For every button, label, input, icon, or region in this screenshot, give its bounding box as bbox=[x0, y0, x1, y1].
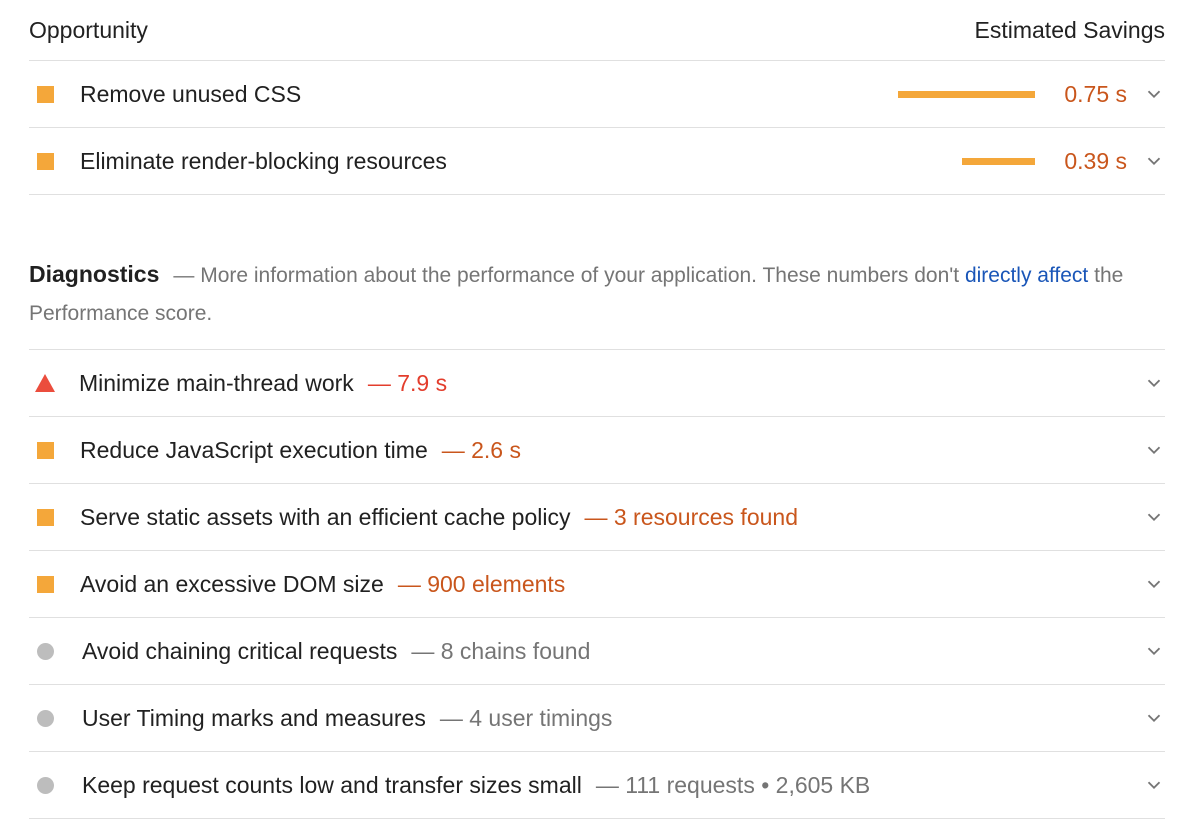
info-circle-icon bbox=[37, 776, 54, 794]
audit-detail: — 111 requests • 2,605 KB bbox=[595, 771, 871, 798]
fail-triangle-icon bbox=[35, 374, 55, 392]
savings-bar bbox=[898, 90, 1035, 98]
chevron-down-icon[interactable] bbox=[1143, 439, 1165, 461]
info-circle-icon bbox=[37, 709, 54, 727]
chevron-down-icon[interactable] bbox=[1143, 573, 1165, 595]
savings-bar bbox=[898, 157, 1035, 165]
savings-value: 0.39 s bbox=[1064, 147, 1127, 174]
chevron-down-icon[interactable] bbox=[1143, 83, 1165, 105]
opportunity-item-unused-css[interactable]: Remove unused CSS 0.75 s bbox=[29, 61, 1165, 128]
audit-detail: — 3 resources found bbox=[584, 503, 798, 530]
audit-detail: — 8 chains found bbox=[411, 637, 591, 664]
savings-value: 0.75 s bbox=[1064, 80, 1127, 107]
savings: 0.75 s bbox=[898, 61, 1127, 127]
average-square-icon bbox=[37, 508, 54, 526]
average-square-icon bbox=[37, 441, 54, 459]
diagnostic-item[interactable]: Avoid an excessive DOM size — 900 elemen… bbox=[29, 551, 1165, 618]
chevron-down-icon[interactable] bbox=[1143, 640, 1165, 662]
chevron-down-icon[interactable] bbox=[1143, 150, 1165, 172]
audit-detail: — 900 elements bbox=[397, 570, 566, 597]
audit-title: Keep request counts low and transfer siz… bbox=[82, 771, 582, 798]
audit-title: Eliminate render-blocking resources bbox=[80, 147, 447, 174]
average-square-icon bbox=[37, 152, 54, 170]
chevron-down-icon[interactable] bbox=[1143, 774, 1165, 796]
diagnostics-title: Diagnostics bbox=[29, 261, 160, 287]
audit-panel: Opportunity Estimated Savings Remove unu… bbox=[29, 0, 1165, 819]
average-square-icon bbox=[37, 575, 54, 593]
audit-detail: — 7.9 s bbox=[367, 369, 448, 396]
audit-title: Reduce JavaScript execution time bbox=[80, 436, 428, 463]
average-square-icon bbox=[37, 85, 54, 103]
audit-title: Serve static assets with an efficient ca… bbox=[80, 503, 571, 530]
chevron-down-icon[interactable] bbox=[1143, 372, 1165, 394]
info-circle-icon bbox=[37, 642, 54, 660]
audit-title: User Timing marks and measures bbox=[82, 704, 426, 731]
diagnostics-description: — More information about the performance… bbox=[173, 264, 960, 287]
directly-affect-link[interactable]: directly affect bbox=[965, 264, 1088, 287]
audit-title: Remove unused CSS bbox=[80, 80, 302, 107]
diagnostic-item[interactable]: Minimize main-thread work — 7.9 s bbox=[29, 350, 1165, 417]
diagnostic-item[interactable]: Reduce JavaScript execution time — 2.6 s bbox=[29, 417, 1165, 484]
audit-title: Minimize main-thread work bbox=[79, 369, 354, 396]
opportunity-label: Opportunity bbox=[29, 16, 148, 43]
diagnostic-item[interactable]: Avoid chaining critical requests — 8 cha… bbox=[29, 618, 1165, 685]
diagnostic-item[interactable]: User Timing marks and measures — 4 user … bbox=[29, 685, 1165, 752]
diagnostics-header: Diagnostics — More information about the … bbox=[29, 195, 1165, 350]
savings-bar-fill bbox=[898, 90, 1035, 98]
audit-detail: — 4 user timings bbox=[439, 704, 613, 731]
chevron-down-icon[interactable] bbox=[1143, 707, 1165, 729]
audit-title: Avoid chaining critical requests bbox=[82, 637, 398, 664]
savings: 0.39 s bbox=[898, 128, 1127, 194]
audit-title: Avoid an excessive DOM size bbox=[80, 570, 384, 597]
savings-bar-fill bbox=[962, 157, 1035, 165]
audit-detail: — 2.6 s bbox=[441, 436, 521, 463]
diagnostic-item[interactable]: Serve static assets with an efficient ca… bbox=[29, 484, 1165, 551]
diagnostic-item[interactable]: Keep request counts low and transfer siz… bbox=[29, 752, 1165, 819]
estimated-savings-label: Estimated Savings bbox=[974, 16, 1165, 43]
opportunity-item-render-blocking[interactable]: Eliminate render-blocking resources 0.39… bbox=[29, 128, 1165, 195]
chevron-down-icon[interactable] bbox=[1143, 506, 1165, 528]
opportunity-header: Opportunity Estimated Savings bbox=[29, 0, 1165, 61]
